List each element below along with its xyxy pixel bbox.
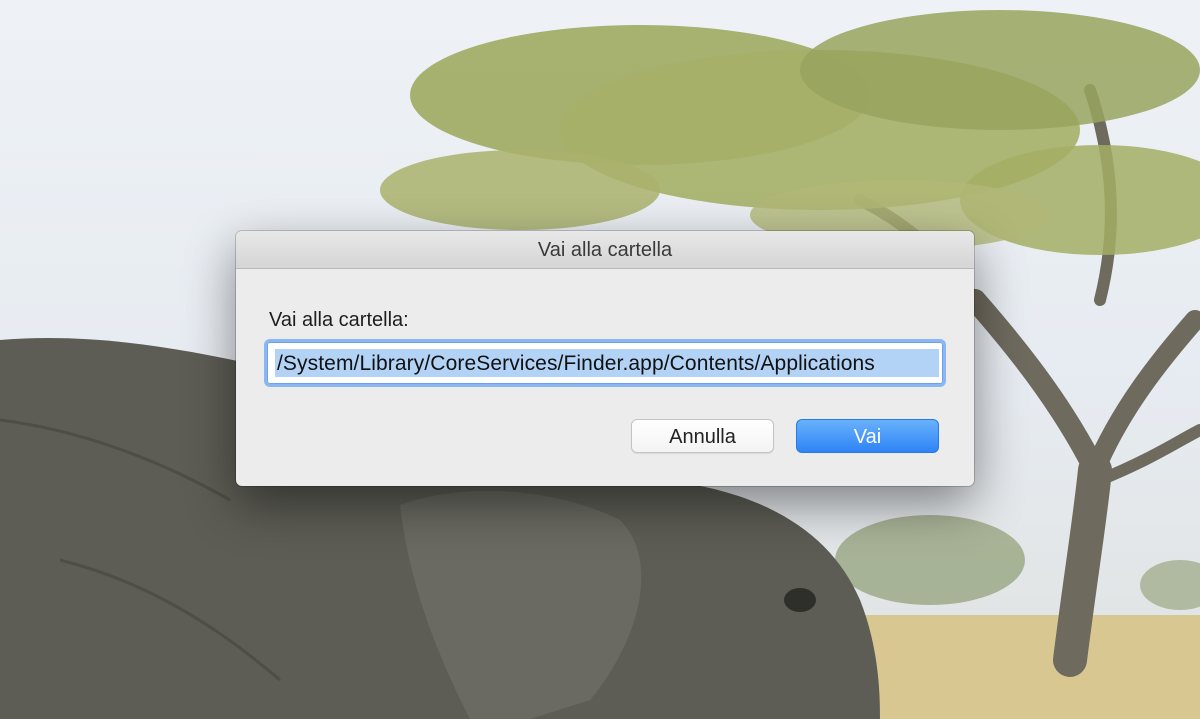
distant-trees (835, 515, 1025, 605)
go-button[interactable]: Vai (796, 419, 939, 453)
folder-path-input[interactable]: /System/Library/CoreServices/Finder.app/… (267, 342, 943, 384)
go-to-folder-dialog: Vai alla cartella Vai alla cartella: /Sy… (236, 231, 974, 486)
prompt-label: Vai alla cartella: (269, 309, 409, 331)
distant-bush (1140, 560, 1200, 610)
acacia-canopy (380, 10, 1200, 255)
folder-path-value[interactable]: /System/Library/CoreServices/Finder.app/… (277, 352, 875, 376)
cancel-button[interactable]: Annulla (631, 419, 774, 453)
dialog-title: Vai alla cartella (236, 231, 974, 269)
